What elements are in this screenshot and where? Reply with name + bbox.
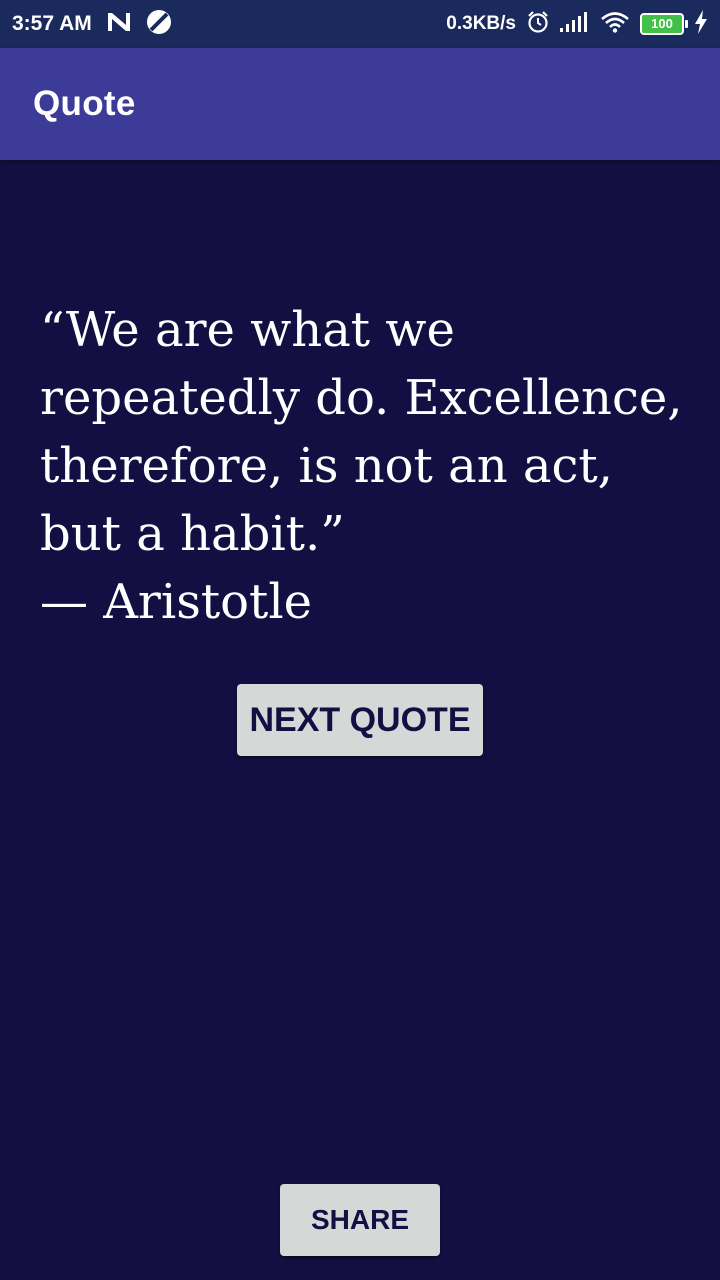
- next-quote-button[interactable]: Next Quote: [237, 684, 483, 756]
- n-notification-icon: [106, 11, 132, 38]
- quote-block: “We are what we repeatedly do. Excellenc…: [40, 296, 690, 636]
- signal-icon: [560, 11, 590, 37]
- blocked-app-icon: [146, 9, 172, 40]
- app-bar: Quote: [0, 48, 720, 160]
- charging-icon: [694, 9, 708, 39]
- quote-author: — Aristotle: [40, 574, 313, 630]
- status-bar-left: 3:57 AM: [12, 9, 172, 40]
- wifi-icon: [600, 11, 630, 38]
- app-title: Quote: [33, 84, 136, 123]
- alarm-icon: [526, 10, 550, 39]
- status-bar-right: 0.3KB/s 100: [446, 9, 708, 39]
- share-button[interactable]: Share: [280, 1184, 440, 1256]
- network-speed: 0.3KB/s: [446, 13, 516, 34]
- status-bar: 3:57 AM 0.3KB/s 100: [0, 0, 720, 48]
- battery-icon: 100: [640, 13, 688, 35]
- status-time: 3:57 AM: [12, 12, 92, 35]
- quote-text: “We are what we repeatedly do. Excellenc…: [40, 302, 683, 562]
